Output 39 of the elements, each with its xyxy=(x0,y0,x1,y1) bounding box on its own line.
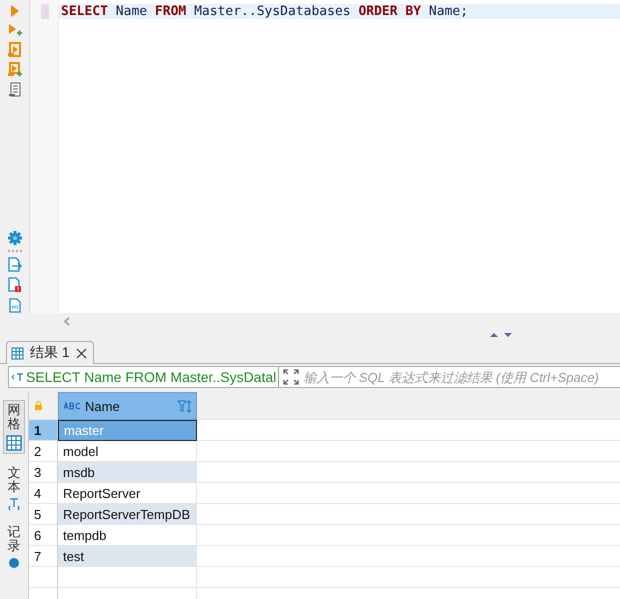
row-number: 1 xyxy=(29,420,58,441)
text-cursor-icon xyxy=(11,372,24,382)
text-type-icon xyxy=(64,402,81,410)
record-icon xyxy=(8,556,20,569)
table-cell[interactable]: msdb xyxy=(58,462,197,483)
variables-file-icon[interactable] xyxy=(8,298,22,313)
row-number: 7 xyxy=(29,546,58,567)
text-format-icon xyxy=(8,497,20,512)
view-tab[interactable]: 网格 xyxy=(3,400,25,454)
row-number: 2 xyxy=(29,441,58,462)
table-cell[interactable]: ReportServerTempDB xyxy=(58,504,197,525)
dotted-divider-icon xyxy=(8,250,22,252)
scroll-left-icon[interactable] xyxy=(64,316,71,326)
lock-icon xyxy=(34,401,43,410)
file-error-icon[interactable] xyxy=(7,277,22,293)
run-script-new-icon[interactable] xyxy=(6,62,22,77)
explain-plan-icon[interactable] xyxy=(8,82,22,97)
expand-icon[interactable] xyxy=(279,366,304,388)
grid-icon xyxy=(6,434,22,451)
column-header[interactable]: Name xyxy=(58,392,197,420)
view-tab[interactable]: 记录 xyxy=(6,523,22,571)
grid-icon xyxy=(11,346,24,360)
maximize-panel-icon[interactable] xyxy=(490,332,498,336)
view-tab[interactable]: 文本 xyxy=(6,464,22,514)
query-text-button[interactable]: SELECT Name FROM Master..SysDatal xyxy=(9,366,280,388)
table-cell[interactable]: test xyxy=(58,546,197,567)
result-tab[interactable]: 结果 1 xyxy=(6,341,94,364)
run-new-tab-icon[interactable] xyxy=(6,23,22,37)
row-number: 6 xyxy=(29,525,58,546)
row-number: 3 xyxy=(29,462,58,483)
row-number: 5 xyxy=(29,504,58,525)
settings-icon[interactable] xyxy=(8,231,22,245)
export-file-icon[interactable] xyxy=(7,257,22,272)
close-icon[interactable] xyxy=(76,348,87,358)
filter-input-field[interactable]: 输入一个 SQL 表达式来过滤结果 (使用 Ctrl+Space) xyxy=(303,366,620,388)
run-script-icon[interactable] xyxy=(7,42,22,57)
filter-sort-icon[interactable] xyxy=(177,400,192,412)
minimize-panel-icon[interactable] xyxy=(504,332,512,336)
row-number: 4 xyxy=(29,483,58,504)
